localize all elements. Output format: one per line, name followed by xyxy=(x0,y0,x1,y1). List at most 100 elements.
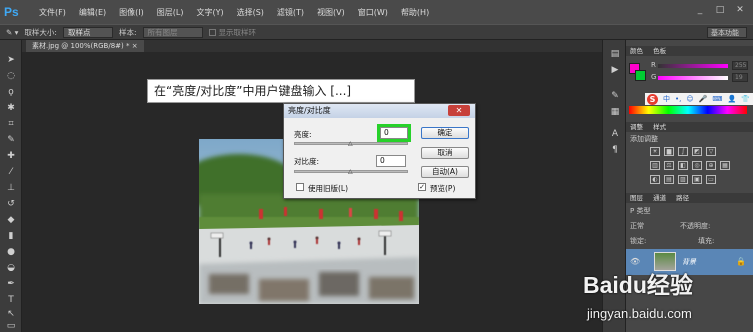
sogou-ime-icon[interactable]: S xyxy=(647,93,658,105)
color-spectrum[interactable] xyxy=(629,106,747,114)
eyedropper-tool-icon[interactable]: ✎ xyxy=(5,134,17,146)
move-tool-icon[interactable]: ➤ xyxy=(5,54,17,66)
preview-checkbox[interactable]: ✓ xyxy=(418,183,426,191)
hue-saturation-adjust-icon[interactable]: ▥ xyxy=(650,161,660,170)
tab-channels[interactable]: 通道 xyxy=(653,194,666,202)
green-channel-field[interactable]: 19 xyxy=(732,73,748,82)
window-controls: _ □ ✕ xyxy=(693,4,747,16)
lasso-tool-icon[interactable]: ϙ xyxy=(5,86,17,98)
tab-layers[interactable]: 图层 xyxy=(630,194,643,202)
auto-button[interactable]: 自动(A) xyxy=(421,166,469,178)
cancel-button[interactable]: 取消 xyxy=(421,147,469,159)
background-color-swatch[interactable] xyxy=(635,70,646,81)
document-tab[interactable]: 素材.jpg @ 100%(RGB/8#) * × xyxy=(26,40,144,52)
ime-voice-icon[interactable]: 🎤 xyxy=(699,95,708,103)
menu-edit[interactable]: 编辑(E) xyxy=(79,7,106,18)
photo-filter-adjust-icon[interactable]: ◎ xyxy=(692,161,702,170)
brush-tool-icon[interactable]: ⁄ xyxy=(5,166,17,178)
invert-adjust-icon[interactable]: ◐ xyxy=(650,175,660,184)
workspace-select[interactable]: 基本功能 xyxy=(707,27,747,38)
ime-punctuation-icon[interactable]: •, xyxy=(675,95,681,103)
close-window-button[interactable]: ✕ xyxy=(733,4,747,16)
show-ring-checkbox[interactable] xyxy=(208,29,216,36)
ime-keyboard-icon[interactable]: ⌨ xyxy=(712,95,722,103)
ime-skin-icon[interactable]: 👕 xyxy=(741,95,750,103)
menu-image[interactable]: 图像(I) xyxy=(119,7,144,18)
ime-emoji-icon[interactable]: ☺ xyxy=(686,95,693,103)
contrast-input[interactable]: 0 xyxy=(376,155,406,167)
sample-select[interactable]: 所有图层 xyxy=(142,26,203,38)
gradient-map-adjust-icon[interactable]: ▭ xyxy=(706,175,716,184)
tab-color[interactable]: 颜色 xyxy=(630,47,643,55)
pen-tool-icon[interactable]: ✒ xyxy=(5,278,17,290)
marquee-tool-icon[interactable]: ◌ xyxy=(5,70,17,82)
healing-brush-tool-icon[interactable]: ✚ xyxy=(5,150,17,162)
exposure-adjust-icon[interactable]: ◩ xyxy=(692,147,702,156)
path-select-tool-icon[interactable]: ↖ xyxy=(5,308,17,320)
menu-view[interactable]: 视图(V) xyxy=(317,7,345,18)
vibrance-adjust-icon[interactable]: ▽ xyxy=(706,147,716,156)
menu-filter[interactable]: 滤镜(T) xyxy=(277,7,304,18)
tab-adjustments[interactable]: 调整 xyxy=(630,123,643,131)
eyedropper-icon[interactable]: ✎ ▾ xyxy=(6,28,18,37)
green-channel-label: G xyxy=(651,73,657,81)
tab-styles[interactable]: 样式 xyxy=(653,123,666,131)
dialog-close-button[interactable]: ✕ xyxy=(448,105,470,116)
shape-tool-icon[interactable]: ▭ xyxy=(5,320,17,332)
menu-type[interactable]: 文字(Y) xyxy=(196,7,223,18)
magic-wand-tool-icon[interactable]: ✱ xyxy=(5,102,17,114)
minimize-button[interactable]: _ xyxy=(693,4,707,16)
gradient-tool-icon[interactable]: ▮ xyxy=(5,230,17,242)
menu-file[interactable]: 文件(F) xyxy=(39,7,66,18)
blend-mode-select[interactable]: 正常 xyxy=(630,221,644,231)
actions-panel-icon[interactable]: ▶ xyxy=(609,64,621,76)
brightness-contrast-dialog: 亮度/对比度 ✕ 亮度: 0 △ 对比度: 0 △ 使用旧版(L) 确定 取消 … xyxy=(283,103,476,199)
contrast-slider-thumb[interactable]: △ xyxy=(348,168,353,175)
menu-select[interactable]: 选择(S) xyxy=(237,7,264,18)
red-channel-slider[interactable] xyxy=(658,64,728,68)
history-panel-icon[interactable]: ▤ xyxy=(609,48,621,60)
clone-stamp-tool-icon[interactable]: ⊥ xyxy=(5,182,17,194)
legacy-checkbox[interactable] xyxy=(296,183,304,191)
green-channel-slider[interactable] xyxy=(658,76,728,80)
type-tool-icon[interactable]: T xyxy=(5,294,17,306)
blur-tool-icon[interactable]: ● xyxy=(5,246,17,258)
menu-window[interactable]: 窗口(W) xyxy=(358,7,388,18)
sample-size-select[interactable]: 取样点 xyxy=(62,26,113,38)
dodge-tool-icon[interactable]: ◒ xyxy=(5,262,17,274)
watermark-url: jingyan.baidu.com xyxy=(587,306,692,321)
brush-panel-icon[interactable]: ✎ xyxy=(609,90,621,102)
tab-swatches[interactable]: 色板 xyxy=(653,47,666,55)
posterize-adjust-icon[interactable]: ▤ xyxy=(664,175,674,184)
brightness-adjust-icon[interactable]: ☀ xyxy=(650,147,660,156)
black-white-adjust-icon[interactable]: ◧ xyxy=(678,161,688,170)
ime-chinese-mode[interactable]: 中 xyxy=(663,94,670,104)
threshold-adjust-icon[interactable]: ▨ xyxy=(678,175,688,184)
menu-help[interactable]: 帮助(H) xyxy=(401,7,429,18)
tab-paths[interactable]: 路径 xyxy=(676,194,689,202)
character-panel-icon[interactable]: A xyxy=(609,128,621,140)
paragraph-panel-icon[interactable]: ¶ xyxy=(609,144,621,156)
color-lookup-adjust-icon[interactable]: ▦ xyxy=(720,161,730,170)
brightness-slider-thumb[interactable]: △ xyxy=(348,140,353,147)
visibility-eye-icon[interactable]: 👁 xyxy=(630,257,640,266)
history-brush-tool-icon[interactable]: ↺ xyxy=(5,198,17,210)
eraser-tool-icon[interactable]: ◆ xyxy=(5,214,17,226)
layer-kind-filter[interactable]: P 类型 xyxy=(630,206,650,216)
menu-layer[interactable]: 图层(L) xyxy=(157,7,184,18)
show-ring-option[interactable]: 显示取样环 xyxy=(208,27,256,38)
selective-color-adjust-icon[interactable]: ▣ xyxy=(692,175,702,184)
maximize-button[interactable]: □ xyxy=(713,4,727,16)
levels-adjust-icon[interactable]: ▆ xyxy=(664,147,674,156)
brightness-input[interactable]: 0 xyxy=(377,124,411,142)
ime-account-icon[interactable]: 👤 xyxy=(728,95,737,103)
red-channel-field[interactable]: 255 xyxy=(732,61,748,70)
brush-presets-icon[interactable]: ▦ xyxy=(609,106,621,118)
color-balance-adjust-icon[interactable]: ⚖ xyxy=(664,161,674,170)
ok-button[interactable]: 确定 xyxy=(421,127,469,139)
channel-mixer-adjust-icon[interactable]: ⊕ xyxy=(706,161,716,170)
fill-label: 填充: xyxy=(698,237,715,245)
brightness-label: 亮度: xyxy=(294,130,312,139)
crop-tool-icon[interactable]: ⌗ xyxy=(5,118,17,130)
curves-adjust-icon[interactable]: ∫ xyxy=(678,147,688,156)
